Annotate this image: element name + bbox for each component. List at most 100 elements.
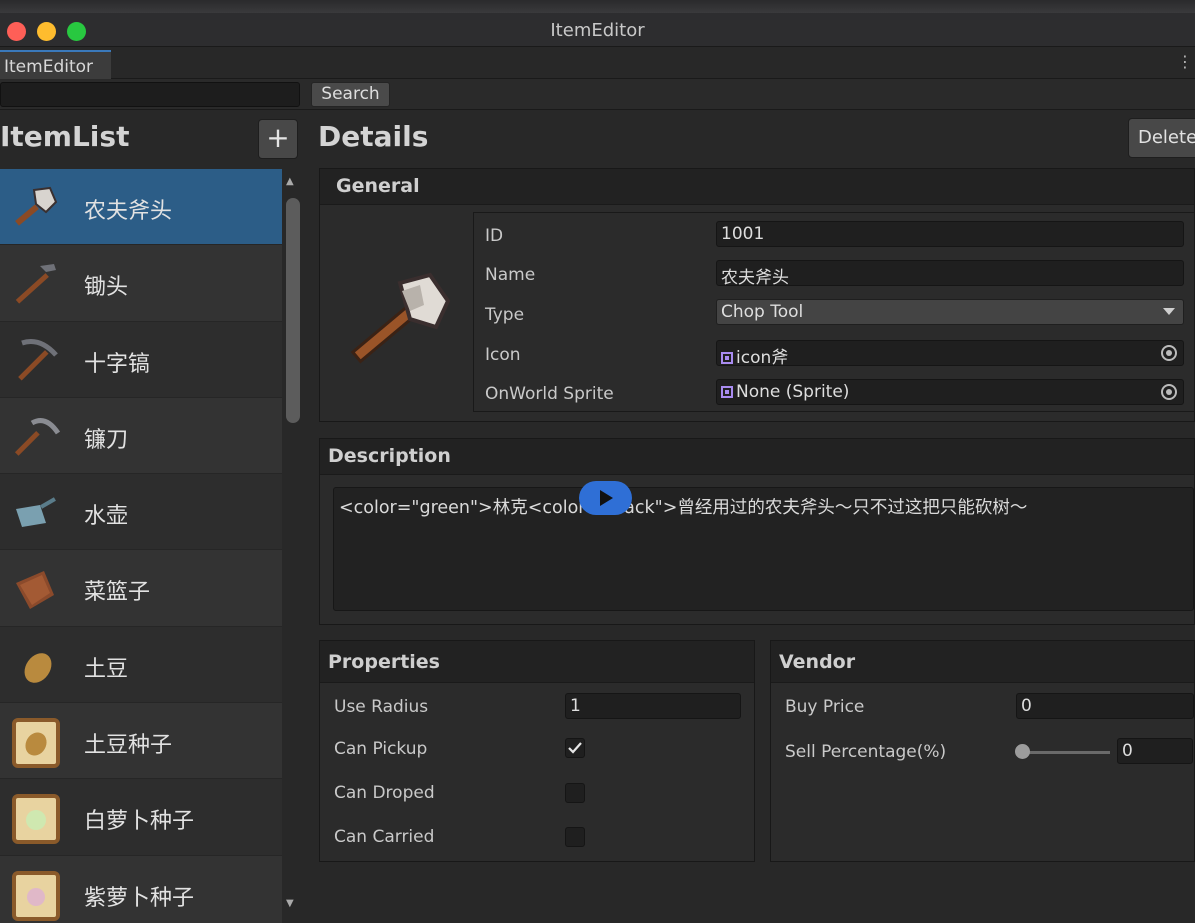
item-list-title: ItemList xyxy=(0,120,130,153)
add-item-button[interactable]: + xyxy=(258,119,298,159)
sprite-icon xyxy=(721,386,733,398)
description-textarea[interactable]: <color="green">林克<color="black">曾经用过的农夫斧… xyxy=(333,487,1194,611)
can-pickup-row: Can Pickup xyxy=(320,728,754,768)
item-list: 农夫斧头 锄头 十字镐 镰刀 水壶 菜篮子 土豆 土豆种子 白萝卜种子 紫萝卜种… xyxy=(0,169,282,923)
id-label: ID xyxy=(485,226,504,246)
pickaxe-icon xyxy=(18,338,58,381)
scroll-down-icon[interactable]: ▼ xyxy=(286,898,294,909)
sprite-icon xyxy=(721,352,733,364)
list-item[interactable]: 锄头 xyxy=(0,245,282,322)
list-item-label: 锄头 xyxy=(84,275,129,301)
tab-itemeditor[interactable]: ItemEditor xyxy=(0,50,111,79)
vendor-header: Vendor xyxy=(771,641,1194,683)
potato-seed-packet-icon xyxy=(12,718,60,769)
tab-bar: ItemEditor ⋮ xyxy=(0,47,1195,79)
icon-row: Icon icon斧 xyxy=(474,334,1194,374)
tab-menu-icon[interactable]: ⋮ xyxy=(1177,52,1193,71)
can-droped-label: Can Droped xyxy=(334,783,435,803)
list-scroll-thumb[interactable] xyxy=(286,198,300,423)
can-pickup-checkbox[interactable] xyxy=(565,738,585,758)
list-item[interactable]: 紫萝卜种子 xyxy=(0,855,282,923)
list-item-label: 水壶 xyxy=(84,504,129,530)
type-dropdown[interactable]: Chop Tool xyxy=(716,299,1184,325)
details-title: Details xyxy=(318,120,429,153)
general-fields: ID 1001 Name 农夫斧头 Type Chop Tool Icon ic… xyxy=(473,212,1195,412)
axe-icon xyxy=(15,186,58,226)
sell-percentage-label: Sell Percentage(%) xyxy=(785,742,947,762)
onworld-row: OnWorld Sprite None (Sprite) xyxy=(474,373,1194,413)
list-item-label: 十字镐 xyxy=(84,351,151,377)
list-item[interactable]: 白萝卜种子 xyxy=(0,779,282,856)
name-row: Name 农夫斧头 xyxy=(474,254,1194,294)
properties-header: Properties xyxy=(320,641,754,683)
vendor-panel: Vendor Buy Price 0 Sell Percentage(%) 0 xyxy=(770,640,1195,862)
type-row: Type Chop Tool xyxy=(474,294,1194,334)
purple-radish-seed-packet-icon xyxy=(12,870,60,921)
can-pickup-label: Can Pickup xyxy=(334,739,428,759)
item-list-header: ItemList + xyxy=(0,110,305,168)
search-button[interactable]: Search xyxy=(311,82,390,107)
chevron-down-icon xyxy=(1163,308,1175,315)
list-item[interactable]: 土豆 xyxy=(0,626,282,704)
description-header: Description xyxy=(320,439,1194,475)
buy-price-label: Buy Price xyxy=(785,697,865,717)
icon-object-field[interactable]: icon斧 xyxy=(716,340,1184,368)
sell-percentage-field[interactable]: 0 xyxy=(1117,738,1193,764)
use-radius-field[interactable]: 1 xyxy=(565,693,741,719)
sell-percentage-slider-handle[interactable] xyxy=(1015,744,1030,759)
screen-top-strip xyxy=(0,0,1195,13)
icon-value: icon斧 xyxy=(736,348,789,368)
onworld-label: OnWorld Sprite xyxy=(485,384,614,404)
scroll-up-icon[interactable]: ▲ xyxy=(286,176,294,187)
use-radius-row: Use Radius 1 xyxy=(320,686,754,726)
list-item-label: 土豆种子 xyxy=(84,733,173,759)
list-item[interactable]: 农夫斧头 xyxy=(0,169,282,246)
can-droped-checkbox[interactable] xyxy=(565,783,585,803)
list-item-label: 紫萝卜种子 xyxy=(84,885,195,911)
description-panel: Description <color="green">林克<color="bla… xyxy=(319,438,1195,625)
list-item-label: 白萝卜种子 xyxy=(84,809,195,835)
list-item[interactable]: 水壶 xyxy=(0,474,282,551)
search-toolbar: Search xyxy=(0,79,1195,110)
name-label: Name xyxy=(485,265,536,285)
sell-percentage-slider-track[interactable] xyxy=(1025,751,1110,754)
name-field[interactable]: 农夫斧头 xyxy=(716,260,1184,288)
can-carried-row: Can Carried xyxy=(320,816,754,856)
id-field[interactable]: 1001 xyxy=(716,221,1184,247)
white-radish-seed-packet-icon xyxy=(12,794,60,845)
properties-panel: Properties Use Radius 1 Can Pickup Can D… xyxy=(319,640,755,862)
list-item[interactable]: 镰刀 xyxy=(0,397,282,475)
general-header: General xyxy=(320,169,1194,205)
object-picker-icon[interactable] xyxy=(1161,345,1177,361)
play-overlay-icon[interactable] xyxy=(579,481,632,515)
onworld-object-field[interactable]: None (Sprite) xyxy=(716,379,1184,405)
list-item[interactable]: 土豆种子 xyxy=(0,703,282,780)
delete-button[interactable]: Delete xyxy=(1128,118,1195,158)
onworld-value: None (Sprite) xyxy=(736,382,850,402)
basket-icon xyxy=(16,571,54,610)
object-picker-icon[interactable] xyxy=(1161,384,1177,400)
id-row: ID 1001 xyxy=(474,215,1194,255)
axe-icon xyxy=(350,272,451,364)
type-value: Chop Tool xyxy=(721,302,804,322)
watering-can-icon xyxy=(16,497,56,528)
list-item-label: 菜篮子 xyxy=(84,580,151,606)
list-item[interactable]: 十字镐 xyxy=(0,321,282,398)
general-panel: General ID 1001 Name 农夫斧头 Type Chop Tool xyxy=(319,168,1195,422)
list-item-label: 土豆 xyxy=(84,656,129,682)
icon-label: Icon xyxy=(485,345,521,365)
window-title: ItemEditor xyxy=(550,20,645,41)
details-panel: Details Delete General ID 1001 Name 农夫斧头… xyxy=(305,110,1195,923)
can-droped-row: Can Droped xyxy=(320,772,754,812)
buy-price-row: Buy Price 0 xyxy=(771,686,1194,726)
list-item-label: 镰刀 xyxy=(84,427,129,453)
buy-price-field[interactable]: 0 xyxy=(1016,693,1194,719)
search-input[interactable] xyxy=(0,82,300,107)
can-carried-checkbox[interactable] xyxy=(565,827,585,847)
item-list-panel: ItemList + 农夫斧头 锄头 十字镐 镰刀 水壶 菜篮子 土豆 土豆种子… xyxy=(0,110,305,923)
type-label: Type xyxy=(485,305,525,325)
can-carried-label: Can Carried xyxy=(334,827,435,847)
list-item[interactable]: 菜篮子 xyxy=(0,550,282,627)
window-titlebar: ItemEditor xyxy=(0,13,1195,47)
sickle-icon xyxy=(14,418,61,456)
